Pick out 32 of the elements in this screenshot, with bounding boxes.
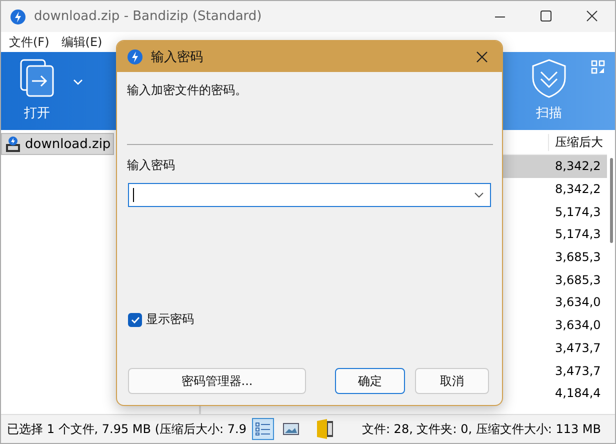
dialog-button[interactable]: 确定 [335, 368, 405, 394]
column-header[interactable]: 压缩后大 [548, 134, 607, 150]
view-button[interactable] [252, 418, 274, 440]
close-icon[interactable] [476, 50, 488, 62]
check-icon [130, 316, 140, 324]
app-logo-icon [127, 48, 143, 64]
password-field[interactable] [128, 183, 491, 207]
dialog-message: 输入加密文件的密码。 [127, 83, 247, 97]
open-icon [19, 58, 55, 98]
dialog-button[interactable]: 取消 [415, 368, 489, 394]
app-logo-icon [10, 8, 26, 24]
grid-icon[interactable] [591, 60, 605, 74]
tree-item[interactable]: download.zip [1, 133, 114, 155]
folder-icon[interactable] [316, 418, 334, 440]
shield-icon [531, 58, 567, 98]
dialog-title: 输入密码 [151, 48, 204, 66]
caret-icon[interactable] [73, 79, 83, 85]
dialog-button[interactable]: 密码管理器... [128, 368, 306, 394]
checkbox-label[interactable]: 显示密码 [146, 311, 194, 328]
scrollbar[interactable] [610, 158, 613, 243]
menu-item[interactable]: 文件(F) [3, 34, 56, 50]
checkbox[interactable] [128, 312, 142, 326]
archive-summary: 文件: 28, 文件夹: 0, 压缩文件大小: 113 MB [362, 420, 602, 438]
chevron-down-icon[interactable] [474, 192, 484, 198]
zip-file-icon [5, 136, 21, 152]
selection-status: 已选择 1 个文件, 7.95 MB (压缩后大小: 7.9 [7, 420, 246, 438]
window-title: download.zip - Bandizip (Standard) [34, 9, 263, 24]
toolbar-button[interactable]: 打开 [1, 52, 73, 130]
menu-item[interactable]: 编辑(E) [55, 34, 108, 50]
details-view-icon [255, 422, 272, 436]
field-label: 输入密码 [127, 158, 175, 172]
thumbnail-view-icon [283, 423, 300, 435]
